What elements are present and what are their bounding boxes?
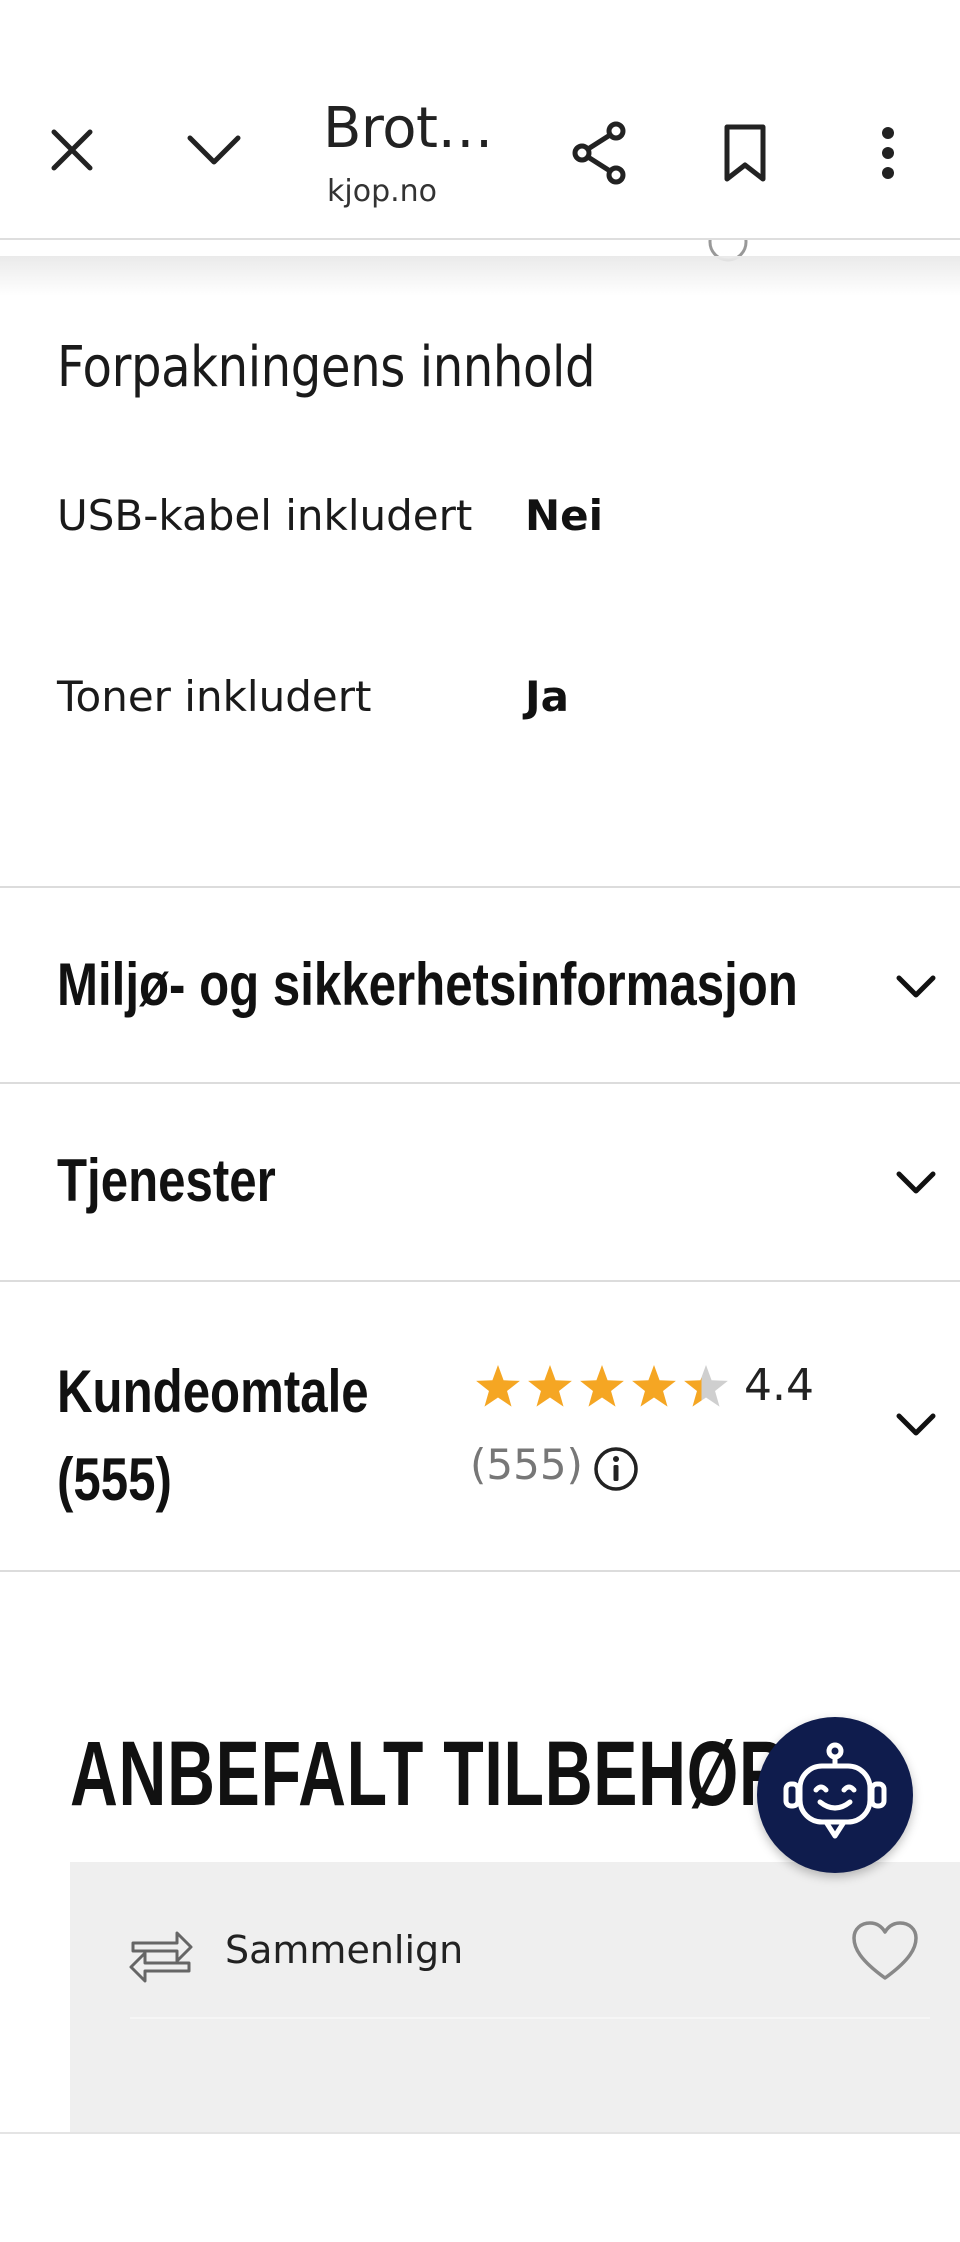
chevron-down-icon[interactable] <box>182 118 246 182</box>
chevron-down-icon <box>896 975 936 998</box>
page-title: Brot… <box>323 96 493 161</box>
info-icon[interactable] <box>593 1446 639 1492</box>
bookmark-icon[interactable] <box>713 118 777 188</box>
rating-count: (555) <box>470 1440 583 1489</box>
toolbar-shadow <box>0 256 960 296</box>
compare-label[interactable]: Sammenlign <box>225 1928 463 1972</box>
spec-value-toner: Ja <box>525 672 569 721</box>
star-2 <box>528 1365 572 1407</box>
star-3 <box>580 1365 624 1407</box>
accordion-environment-safety[interactable]: Miljø- og sikkerhetsinformasjon <box>0 888 960 1082</box>
divider <box>0 1570 960 1572</box>
product-card[interactable]: Sammenlign <box>70 1862 960 2132</box>
star-1 <box>476 1365 520 1407</box>
accordion-title: Kundeomtale (555) <box>57 1358 369 1513</box>
page-url: kjop.no <box>327 174 438 209</box>
chevron-down-icon <box>896 1413 936 1436</box>
chevron-down-icon <box>896 1171 936 1194</box>
more-vert-icon[interactable] <box>860 118 916 188</box>
divider <box>0 2132 960 2134</box>
share-icon[interactable] <box>568 118 632 188</box>
spec-label-toner: Toner inkludert <box>57 672 372 721</box>
accordion-customer-reviews[interactable]: Kundeomtale (555) <box>0 1282 960 1570</box>
card-divider <box>130 2017 930 2019</box>
section-heading-recommended: ANBEFALT TILBEHØR <box>70 1723 788 1825</box>
close-icon[interactable] <box>40 118 104 182</box>
spec-value-usb-cable: Nei <box>525 491 604 540</box>
compare-arrows-icon[interactable] <box>125 1917 197 1989</box>
star-rating <box>474 1362 734 1414</box>
chatbot-button[interactable] <box>757 1717 913 1873</box>
robot-chat-icon <box>783 1742 887 1839</box>
accordion-services[interactable]: Tjenester <box>0 1084 960 1280</box>
spec-label-usb-cable: USB-kabel inkludert <box>57 491 473 540</box>
section-title-package-contents: Forpakningens innhold <box>57 335 596 400</box>
accordion-title: Tjenester <box>57 1147 276 1214</box>
star-5 <box>684 1365 728 1407</box>
heart-icon[interactable] <box>850 1920 920 1986</box>
star-4 <box>632 1365 676 1407</box>
rating-value: 4.4 <box>744 1360 814 1411</box>
accordion-title: Miljø- og sikkerhetsinformasjon <box>57 951 798 1018</box>
browser-toolbar: Brot… kjop.no <box>0 0 960 240</box>
